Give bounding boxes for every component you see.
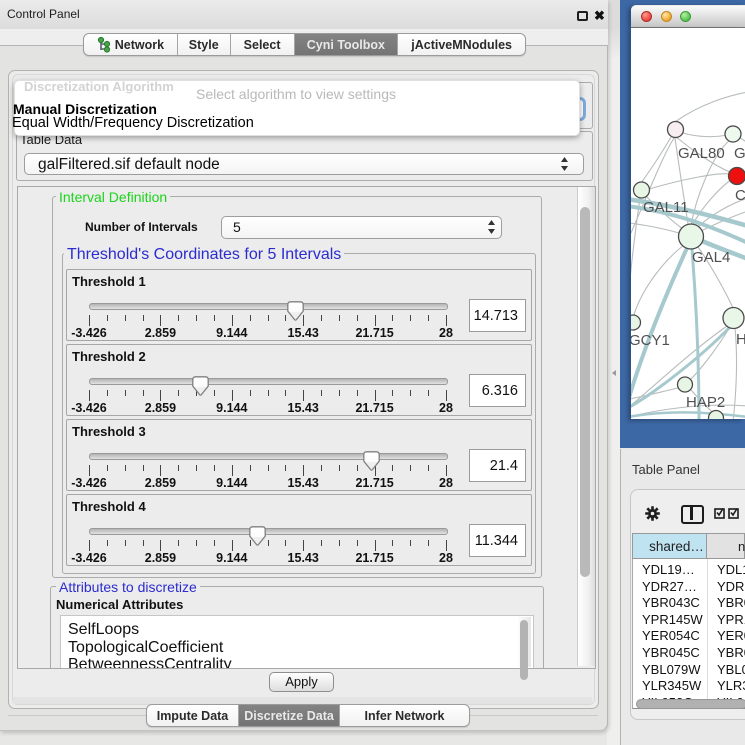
svg-text:GAL4: GAL4 xyxy=(692,249,730,266)
svg-text:GCY1: GCY1 xyxy=(631,332,670,349)
svg-text:GA: GA xyxy=(734,145,745,162)
svg-text:GAL11: GAL11 xyxy=(643,199,689,216)
svg-text:HAP2: HAP2 xyxy=(686,394,725,411)
svg-text:H: H xyxy=(736,331,745,348)
svg-text:GAL80: GAL80 xyxy=(678,145,725,162)
svg-text:C: C xyxy=(735,187,745,204)
